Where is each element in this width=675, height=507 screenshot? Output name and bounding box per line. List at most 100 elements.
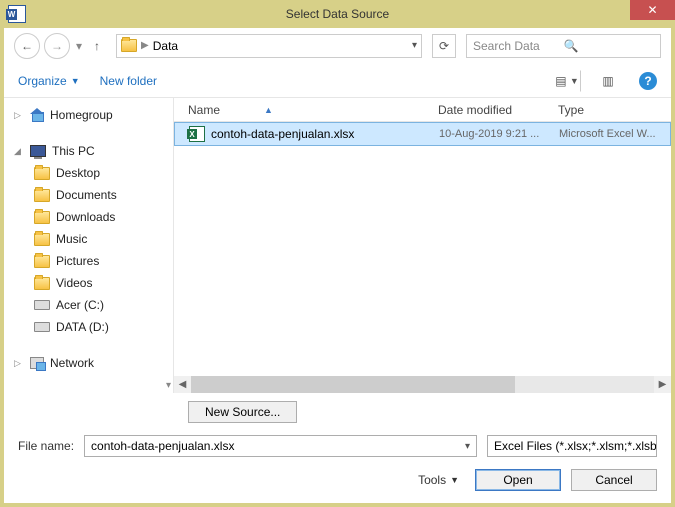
column-headers: Name▲ Date modified Type — [174, 98, 671, 122]
file-row[interactable]: contoh-data-penjualan.xlsx 10-Aug-2019 9… — [174, 122, 671, 146]
breadcrumb-current[interactable]: Data — [153, 39, 178, 53]
close-icon: ✕ — [647, 3, 657, 17]
tools-menu[interactable]: Tools ▼ — [418, 473, 459, 487]
chevron-right-icon[interactable]: ▷ — [14, 110, 24, 121]
excel-icon — [189, 126, 205, 142]
folder-icon — [121, 39, 137, 52]
tree-label: Downloads — [56, 210, 115, 224]
scroll-left-icon[interactable]: ◀ — [174, 376, 191, 393]
file-name-value: contoh-data-penjualan.xlsx — [91, 439, 234, 453]
open-button[interactable]: Open — [475, 469, 561, 491]
toolbar: Organize ▼ New folder ▤ ▼ ▥ ? — [4, 64, 671, 98]
refresh-button[interactable]: ⟳ — [432, 34, 456, 58]
tree-label: Music — [56, 232, 87, 246]
nav-bar: ← → ▾ ↑ ▶ Data ▾ ⟳ Search Data 🔍 — [4, 28, 671, 64]
tree-desktop[interactable]: Desktop — [12, 162, 173, 184]
dialog-body: ▷ Homegroup ◢ This PC Desktop Documents … — [4, 98, 671, 393]
up-button[interactable]: ↑ — [88, 37, 106, 55]
column-date[interactable]: Date modified — [438, 103, 558, 117]
file-name-input[interactable]: contoh-data-penjualan.xlsx ▾ — [84, 435, 477, 457]
chevron-down-icon[interactable]: ▼ — [71, 76, 80, 86]
column-type[interactable]: Type — [558, 103, 671, 117]
view-icon: ▤ — [555, 74, 566, 88]
file-name-label: File name: — [18, 439, 74, 453]
folder-icon — [34, 211, 50, 224]
folder-icon — [34, 233, 50, 246]
arrow-left-icon: ← — [21, 39, 33, 53]
tree-label: DATA (D:) — [56, 320, 109, 334]
close-button[interactable]: ✕ — [630, 0, 675, 20]
search-placeholder: Search Data — [473, 39, 564, 53]
arrow-up-icon: ↑ — [94, 39, 100, 53]
dialog-window: Select Data Source ✕ ← → ▾ ↑ ▶ Data ▾ ⟳ … — [4, 4, 671, 503]
file-name-cell: contoh-data-penjualan.xlsx — [189, 126, 439, 142]
tree-drive-c[interactable]: Acer (C:) — [12, 294, 173, 316]
new-source-button[interactable]: New Source... — [188, 401, 297, 423]
new-folder-button[interactable]: New folder — [100, 74, 157, 88]
scroll-down-icon[interactable]: ▾ — [166, 380, 171, 391]
tree-homegroup[interactable]: ▷ Homegroup — [12, 104, 173, 126]
chevron-right-icon: ▶ — [141, 40, 149, 51]
tree-this-pc[interactable]: ◢ This PC — [12, 140, 173, 162]
file-date: 10-Aug-2019 9:21 ... — [439, 128, 559, 140]
folder-icon — [34, 255, 50, 268]
folder-icon — [34, 189, 50, 202]
chevron-down-icon: ▼ — [570, 76, 579, 86]
tree-label: This PC — [52, 144, 95, 158]
scroll-right-icon[interactable]: ▶ — [654, 376, 671, 393]
homegroup-icon — [30, 108, 44, 122]
preview-icon: ▥ — [602, 74, 613, 88]
chevron-down-icon[interactable]: ▾ — [412, 40, 417, 51]
pc-icon — [30, 145, 46, 157]
tree-music[interactable]: Music — [12, 228, 173, 250]
tree-label: Acer (C:) — [56, 298, 104, 312]
tree-drive-d[interactable]: DATA (D:) — [12, 316, 173, 338]
network-icon — [30, 357, 44, 369]
horizontal-scrollbar[interactable]: ◀ ▶ — [174, 376, 671, 393]
scroll-track[interactable] — [191, 376, 654, 393]
sort-asc-icon: ▲ — [264, 105, 273, 115]
organize-menu[interactable]: Organize — [18, 74, 67, 88]
chevron-right-icon[interactable]: ▷ — [14, 358, 24, 369]
nav-tree: ▷ Homegroup ◢ This PC Desktop Documents … — [4, 98, 174, 393]
file-name: contoh-data-penjualan.xlsx — [211, 127, 354, 141]
file-type-filter[interactable]: Excel Files (*.xlsx;*.xlsm;*.xlsb;*. ▾ — [487, 435, 657, 457]
tree-network[interactable]: ▷ Network — [12, 352, 173, 374]
back-button[interactable]: ← — [14, 33, 40, 59]
forward-button[interactable]: → — [44, 33, 70, 59]
refresh-icon: ⟳ — [439, 39, 449, 53]
tree-documents[interactable]: Documents — [12, 184, 173, 206]
tree-videos[interactable]: Videos — [12, 272, 173, 294]
chevron-down-icon[interactable]: ▾ — [465, 441, 470, 452]
search-input[interactable]: Search Data 🔍 — [466, 34, 661, 58]
help-button[interactable]: ? — [639, 72, 657, 90]
drive-icon — [34, 300, 50, 310]
tree-pictures[interactable]: Pictures — [12, 250, 173, 272]
chevron-down-icon: ▼ — [450, 475, 459, 485]
tree-label: Videos — [56, 276, 92, 290]
file-list: contoh-data-penjualan.xlsx 10-Aug-2019 9… — [174, 122, 671, 393]
folder-icon — [34, 167, 50, 180]
filter-text: Excel Files (*.xlsx;*.xlsm;*.xlsb;*. — [494, 439, 657, 453]
tree-label: Homegroup — [50, 108, 113, 122]
window-title: Select Data Source — [0, 7, 675, 21]
file-pane: Name▲ Date modified Type contoh-data-pen… — [174, 98, 671, 393]
history-dropdown[interactable]: ▾ — [76, 39, 82, 53]
cancel-button[interactable]: Cancel — [571, 469, 657, 491]
view-options-button[interactable]: ▤ ▼ — [559, 70, 581, 92]
arrow-right-icon: → — [51, 39, 63, 53]
search-icon: 🔍 — [564, 39, 655, 53]
title-bar: Select Data Source ✕ — [0, 0, 675, 28]
drive-icon — [34, 322, 50, 332]
dialog-footer: New Source... File name: contoh-data-pen… — [4, 393, 671, 503]
scroll-thumb[interactable] — [191, 376, 515, 393]
tree-label: Pictures — [56, 254, 99, 268]
preview-pane-button[interactable]: ▥ — [597, 70, 619, 92]
tree-label: Documents — [56, 188, 117, 202]
chevron-down-icon[interactable]: ◢ — [14, 146, 24, 157]
tree-downloads[interactable]: Downloads — [12, 206, 173, 228]
breadcrumb[interactable]: ▶ Data ▾ — [116, 34, 422, 58]
column-name[interactable]: Name▲ — [188, 103, 438, 117]
folder-icon — [34, 277, 50, 290]
file-type: Microsoft Excel W... — [559, 128, 670, 140]
